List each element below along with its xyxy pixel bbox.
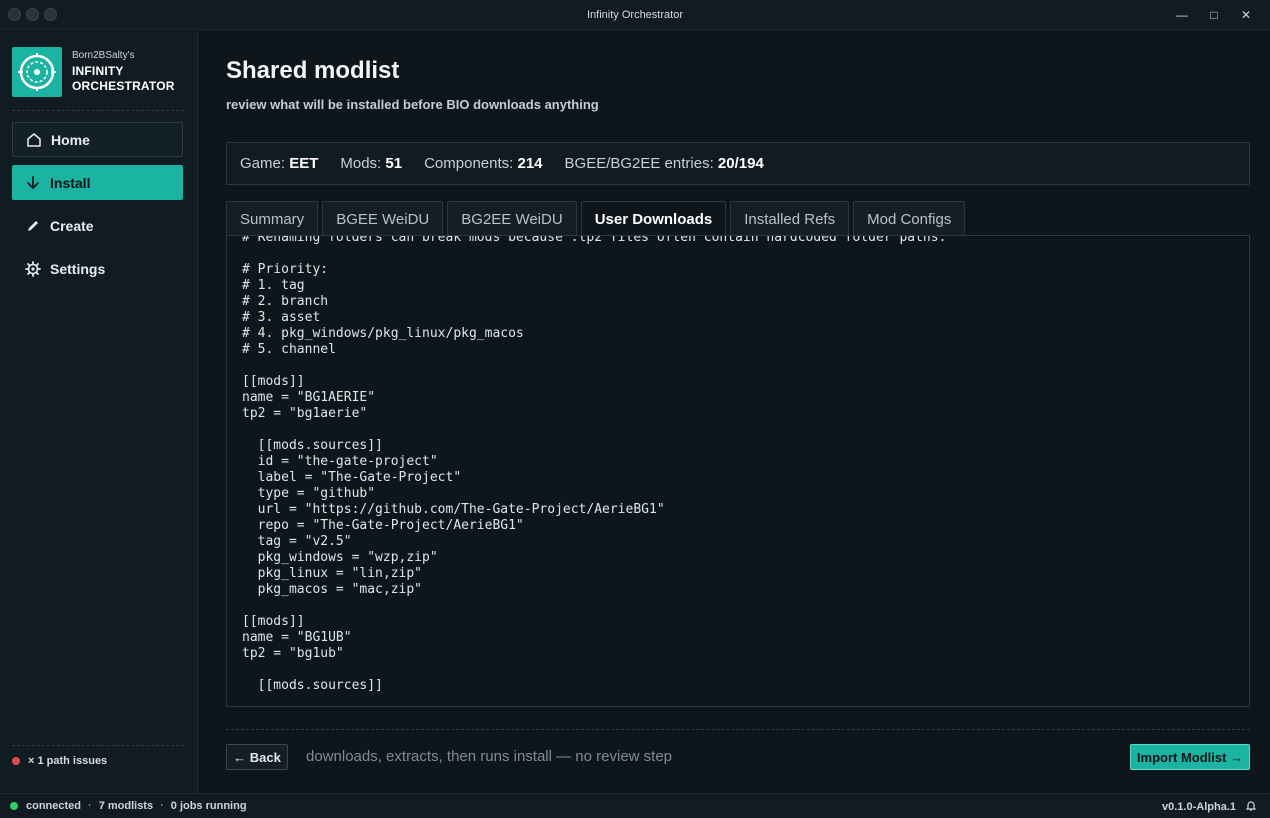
pencil-icon xyxy=(24,217,42,235)
path-issues-indicator[interactable]: × 1 path issues xyxy=(12,755,107,767)
status-left: connected · 7 modlists · 0 jobs running xyxy=(10,800,247,812)
user-downloads-toml: # Renaming folders can break mods becaus… xyxy=(242,235,947,693)
tab-user-downloads[interactable]: User Downloads xyxy=(580,201,727,237)
page-title: Shared modlist xyxy=(226,57,400,84)
stat-mods: Mods: 51 xyxy=(340,155,403,172)
status-bar: connected · 7 modlists · 0 jobs running … xyxy=(0,793,1270,818)
home-icon xyxy=(25,131,43,149)
tab-bgee-weidu[interactable]: BGEE WeiDU xyxy=(322,201,444,236)
footer-divider xyxy=(226,729,1250,730)
sidebar-item-label: Home xyxy=(51,131,90,148)
tab-bg2ee-weidu[interactable]: BG2EE WeiDU xyxy=(447,201,577,236)
notification-bell-icon[interactable] xyxy=(1245,800,1257,814)
sidebar-item-label: Create xyxy=(50,217,94,234)
download-arrow-icon xyxy=(24,174,42,192)
sidebar-divider-top xyxy=(12,110,184,111)
sidebar-item-label: Settings xyxy=(50,260,106,277)
stat-entries: BGEE/BG2EE entries: 20/194 xyxy=(564,155,764,172)
window-controls: — □ ✕ xyxy=(1166,6,1262,24)
window-title: Infinity Orchestrator xyxy=(587,9,683,21)
connection-status-dot xyxy=(10,802,18,810)
stat-components: Components: 214 xyxy=(424,155,543,172)
minimize-button[interactable]: — xyxy=(1166,6,1198,24)
modlists-count: 7 modlists xyxy=(98,800,154,812)
tab-mod-configs[interactable]: Mod Configs xyxy=(853,201,966,236)
brand: Born2BSalty's INFINITY ORCHESTRATOR xyxy=(12,47,187,97)
back-button[interactable]: ← Back xyxy=(226,744,288,770)
import-modlist-button[interactable]: Import Modlist → xyxy=(1130,744,1250,770)
status-separator: · xyxy=(160,800,164,812)
sidebar: Born2BSalty's INFINITY ORCHESTRATOR Home… xyxy=(0,31,198,793)
sidebar-item-create[interactable]: Create xyxy=(12,208,183,243)
sidebar-item-settings[interactable]: Settings xyxy=(12,251,183,286)
page-subtitle: review what will be installed before BIO… xyxy=(226,97,599,112)
maximize-button[interactable]: □ xyxy=(1198,6,1230,24)
main-content: Shared modlist review what will be insta… xyxy=(199,31,1270,793)
status-separator: · xyxy=(88,800,92,812)
sidebar-divider-bottom xyxy=(12,745,184,746)
status-right: v0.1.0-Alpha.1 xyxy=(1162,800,1257,814)
jobs-running: 0 jobs running xyxy=(170,800,247,812)
gear-icon xyxy=(24,260,42,278)
brand-owner: Born2BSalty's xyxy=(72,50,135,61)
modlist-stats-bar: Game: EET Mods: 51 Components: 214 BGEE/… xyxy=(226,142,1250,185)
sidebar-item-label: Install xyxy=(50,174,91,191)
tab-summary[interactable]: Summary xyxy=(226,201,319,236)
brand-name-line1: INFINITY xyxy=(72,64,124,78)
brand-name-line2: ORCHESTRATOR xyxy=(72,79,175,93)
title-bar: Infinity Orchestrator — □ ✕ xyxy=(0,0,1270,30)
app-logo xyxy=(12,47,62,97)
bio-logo-icon xyxy=(18,53,56,91)
tab-bar: Summary BGEE WeiDU BG2EE WeiDU User Down… xyxy=(226,201,969,237)
issue-status-dot xyxy=(12,757,20,765)
stat-game: Game: EET xyxy=(240,155,319,172)
sidebar-nav: Home Install Create Settings xyxy=(12,122,183,294)
connection-status: connected xyxy=(26,800,82,812)
sidebar-item-install[interactable]: Install xyxy=(12,165,183,200)
close-button[interactable]: ✕ xyxy=(1230,6,1262,24)
app-window: Infinity Orchestrator — □ ✕ Born2BSalty'… xyxy=(0,0,1270,818)
sidebar-item-home[interactable]: Home xyxy=(12,122,183,157)
user-downloads-code-view[interactable]: # Renaming folders can break mods becaus… xyxy=(226,235,1250,707)
brand-name: INFINITY ORCHESTRATOR xyxy=(72,64,175,94)
import-hint: downloads, extracts, then runs install —… xyxy=(306,748,673,765)
app-version: v0.1.0-Alpha.1 xyxy=(1162,801,1236,813)
path-issues-label: × 1 path issues xyxy=(28,755,108,767)
tab-installed-refs[interactable]: Installed Refs xyxy=(730,201,850,236)
